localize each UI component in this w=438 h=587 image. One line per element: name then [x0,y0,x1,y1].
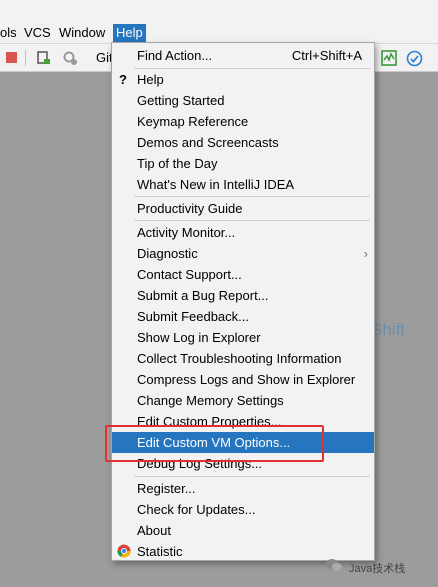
help-menu-popup: Find Action... Ctrl+Shift+A ? Help Getti… [111,42,375,561]
menu-item-compress-logs[interactable]: Compress Logs and Show in Explorer [112,369,374,390]
attach-debugger-icon[interactable] [36,50,52,66]
menu-tools[interactable]: ols [0,24,17,42]
settings-gear-icon[interactable] [62,50,78,66]
menu-item-label: Register... [137,481,196,496]
menu-item-getting-started[interactable]: Getting Started [112,90,374,111]
background-shortcut-hint: Shift [371,320,406,339]
menu-separator [134,196,370,197]
menu-item-check-updates[interactable]: Check for Updates... [112,499,374,520]
menu-item-label: Submit a Bug Report... [137,288,269,303]
menu-item-demos[interactable]: Demos and Screencasts [112,132,374,153]
menu-item-tip-of-the-day[interactable]: Tip of the Day [112,153,374,174]
statistic-plugin-icon [117,544,131,558]
menu-item-label: Productivity Guide [137,201,243,216]
menu-item-label: Contact Support... [137,267,242,282]
menu-item-label: Help [137,72,164,87]
menu-item-label: Getting Started [137,93,225,108]
submenu-arrow-icon: › [363,246,368,261]
menu-item-label: Collect Troubleshooting Information [137,351,342,366]
menu-item-keymap-reference[interactable]: Keymap Reference [112,111,374,132]
menu-item-submit-bug-report[interactable]: Submit a Bug Report... [112,285,374,306]
menu-separator [134,476,370,477]
menu-item-label: Diagnostic [137,246,198,261]
menu-item-label: Statistic [137,544,183,559]
menu-item-label: Find Action... [137,48,213,63]
menu-item-submit-feedback[interactable]: Submit Feedback... [112,306,374,327]
stop-icon[interactable] [6,52,17,63]
menu-item-activity-monitor[interactable]: Activity Monitor... [112,222,374,243]
menu-item-find-action[interactable]: Find Action... Ctrl+Shift+A [112,45,374,66]
menu-help[interactable]: Help [113,24,146,42]
menu-item-whats-new[interactable]: What's New in IntelliJ IDEA [112,174,374,195]
menu-item-label: Show Log in Explorer [137,330,261,345]
menu-item-label: Check for Updates... [137,502,256,517]
menu-item-label: Tip of the Day [137,156,218,171]
activity-monitor-icon[interactable] [381,50,397,66]
menu-item-change-memory[interactable]: Change Memory Settings [112,390,374,411]
menu-item-label: Keymap Reference [137,114,249,129]
menu-separator [134,220,370,221]
menu-item-about[interactable]: About [112,520,374,541]
menu-item-label: Demos and Screencasts [137,135,279,150]
shortcut-label: Ctrl+Shift+A [291,48,362,63]
toolbar-separator [25,50,26,66]
watermark-text: Java技术栈 [349,563,406,575]
annotation-highlight-box [105,425,324,462]
menu-item-label: Activity Monitor... [137,225,236,240]
menu-item-label: About [137,523,171,538]
check-circle-icon[interactable] [406,50,423,67]
menu-item-help[interactable]: ? Help [112,69,374,90]
menu-window[interactable]: Window [59,24,105,42]
menu-item-productivity-guide[interactable]: Productivity Guide [112,198,374,219]
menu-item-label: Submit Feedback... [137,309,249,324]
menu-item-label: What's New in IntelliJ IDEA [137,177,295,192]
menu-item-collect-troubleshooting[interactable]: Collect Troubleshooting Information [112,348,374,369]
menu-item-diagnostic[interactable]: Diagnostic › [112,243,374,264]
menu-item-show-log[interactable]: Show Log in Explorer [112,327,374,348]
menu-item-label: Change Memory Settings [137,393,284,408]
question-icon: ? [119,72,127,87]
menu-item-label: Compress Logs and Show in Explorer [137,372,356,387]
menu-bar: ols VCS Window Help [0,0,438,44]
menu-vcs[interactable]: VCS [24,24,51,42]
wechat-logo-icon [326,559,342,571]
menu-item-contact-support[interactable]: Contact Support... [112,264,374,285]
menu-item-register[interactable]: Register... [112,478,374,499]
